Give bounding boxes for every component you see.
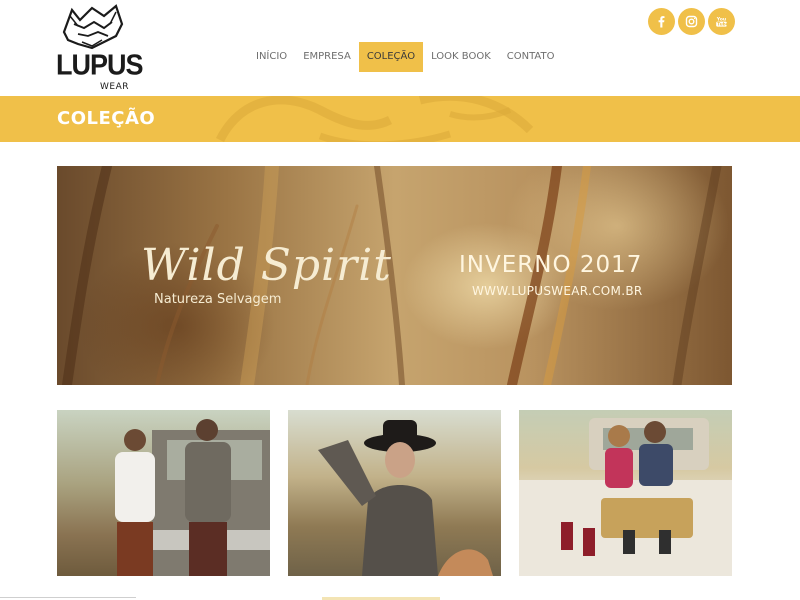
hero-banner[interactable]: Wild Spirit Natureza Selvagem INVERNO 20… bbox=[57, 166, 732, 385]
wolf-watermark-icon bbox=[215, 96, 534, 142]
nav-item-empresa[interactable]: EMPRESA bbox=[295, 42, 359, 72]
page-title-band: COLEÇÃO bbox=[0, 96, 800, 142]
facebook-icon bbox=[658, 16, 665, 28]
svg-text:Tube: Tube bbox=[717, 22, 728, 27]
footer-divider bbox=[0, 597, 136, 598]
nav-item-look-book[interactable]: LOOK BOOK bbox=[423, 42, 499, 72]
instagram-button[interactable] bbox=[678, 8, 705, 35]
youtube-button[interactable]: You Tube bbox=[708, 8, 735, 35]
nav-item-contato[interactable]: CONTATO bbox=[499, 42, 563, 72]
hero-season: INVERNO 2017 bbox=[459, 252, 643, 278]
nav-item-colecao[interactable]: COLEÇÃO bbox=[358, 42, 424, 72]
kids-truck-photo bbox=[519, 418, 732, 576]
nav-item-inicio[interactable]: INÍCIO bbox=[248, 42, 295, 72]
woman-hat-horse-photo bbox=[318, 420, 493, 576]
social-links: You Tube bbox=[648, 8, 735, 35]
hero-url: WWW.LUPUSWEAR.COM.BR bbox=[472, 284, 643, 298]
hero-script-title: Wild Spirit bbox=[141, 240, 392, 291]
gallery-photo-woman-hat[interactable] bbox=[288, 410, 501, 576]
gallery-photo-men-truck[interactable] bbox=[57, 410, 270, 576]
youtube-icon: You Tube bbox=[716, 17, 728, 27]
facebook-button[interactable] bbox=[648, 8, 675, 35]
wolf-logo-icon bbox=[62, 4, 124, 50]
instagram-icon bbox=[685, 15, 698, 28]
brand-logo[interactable]: LUPUS WEAR bbox=[56, 2, 144, 94]
page-title: COLEÇÃO bbox=[57, 108, 156, 129]
men-denim-truck-photo bbox=[115, 419, 270, 576]
brand-name: LUPUS bbox=[56, 49, 144, 81]
gallery-photo-kids-truck[interactable] bbox=[519, 410, 732, 576]
brand-sub: WEAR bbox=[100, 82, 129, 92]
main-nav: INÍCIO EMPRESA COLEÇÃO LOOK BOOK CONTATO bbox=[248, 42, 562, 72]
hero-tagline: Natureza Selvagem bbox=[154, 292, 282, 307]
